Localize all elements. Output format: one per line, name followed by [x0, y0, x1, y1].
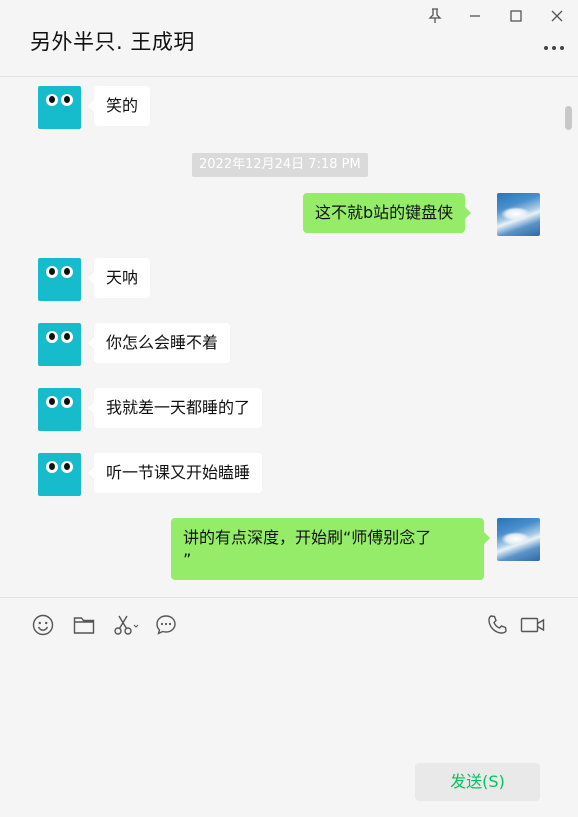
close-icon[interactable] — [544, 4, 570, 28]
more-options-icon[interactable] — [542, 40, 566, 56]
video-icon[interactable] — [519, 612, 547, 638]
chat-history-icon[interactable] — [153, 612, 179, 638]
message-list[interactable]: 笑的 2022年12月24日 7:18 PM 这不就b站的键盘侠 天呐 你怎么会… — [0, 78, 578, 597]
contact-avatar[interactable] — [38, 86, 81, 129]
message-bubble-outgoing[interactable]: 讲的有点深度，开始刷“师傅别念了 ” — [171, 518, 490, 580]
contact-avatar[interactable] — [38, 388, 81, 431]
pin-icon[interactable] — [422, 4, 448, 28]
contact-avatar[interactable] — [38, 258, 81, 301]
folder-icon[interactable] — [71, 612, 97, 638]
contact-avatar[interactable] — [38, 323, 81, 366]
composer-divider — [0, 597, 578, 598]
message-bubble-incoming[interactable]: 我就差一天都睡的了 — [87, 388, 263, 428]
message-bubble-outgoing[interactable]: 这不就b站的键盘侠 — [303, 193, 472, 233]
my-avatar[interactable] — [497, 518, 540, 561]
send-button[interactable]: 发送(S) — [415, 763, 540, 801]
message-timestamp: 2022年12月24日 7:18 PM — [192, 153, 368, 177]
message-bubble-incoming[interactable]: 天呐 — [87, 258, 151, 298]
phone-icon[interactable] — [484, 612, 510, 638]
scissors-icon[interactable] — [112, 612, 142, 638]
contact-avatar[interactable] — [38, 453, 81, 496]
message-bubble-incoming[interactable]: 听一节课又开始瞌睡 — [87, 453, 263, 493]
message-bubble-incoming[interactable]: 笑的 — [87, 86, 151, 126]
my-avatar[interactable] — [497, 193, 540, 236]
maximize-icon[interactable] — [503, 4, 529, 28]
minimize-icon[interactable] — [462, 4, 488, 28]
message-bubble-incoming[interactable]: 你怎么会睡不着 — [87, 323, 231, 363]
message-input[interactable] — [20, 648, 560, 748]
scrollbar-thumb[interactable] — [565, 106, 572, 130]
emoji-icon[interactable] — [30, 612, 56, 638]
title-bar: 另外半只. 王成玥 — [0, 0, 578, 77]
chat-title: 另外半只. 王成玥 — [30, 30, 195, 54]
